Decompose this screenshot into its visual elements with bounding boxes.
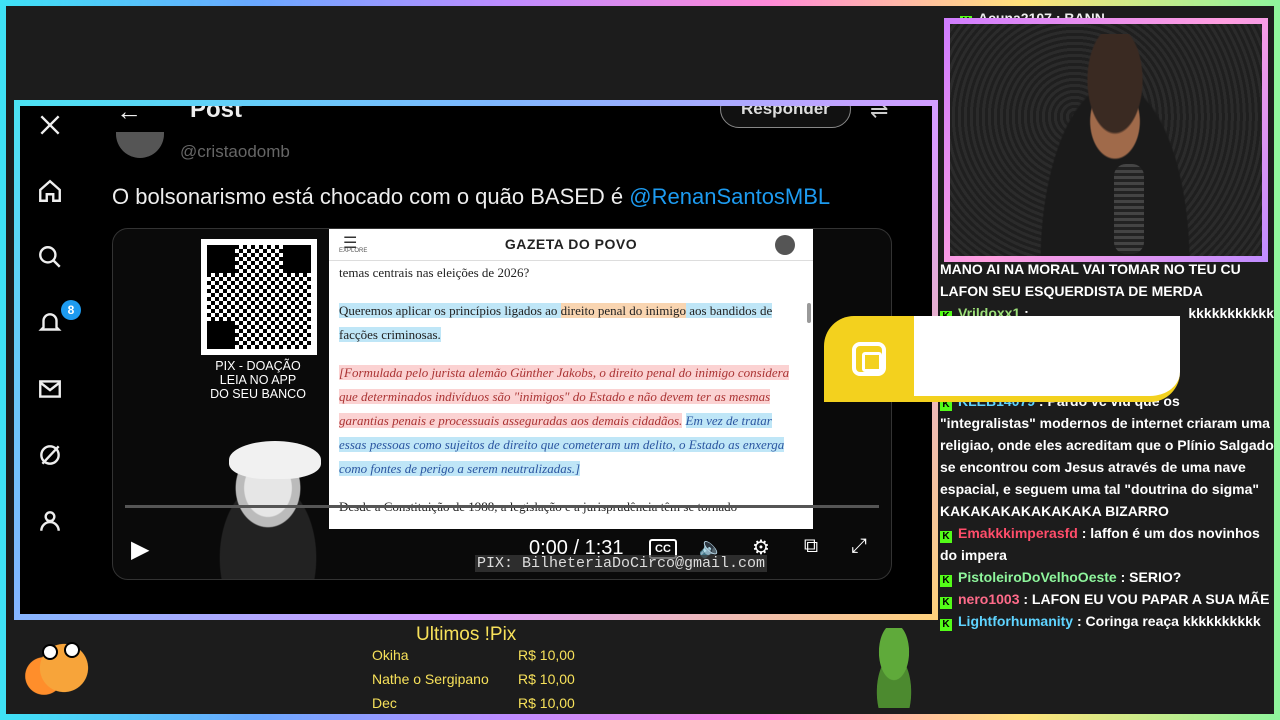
home-icon[interactable] — [37, 178, 63, 204]
chat-text: : LAFON EU VOU PAPAR A SUA MÃE — [1019, 591, 1270, 607]
mascot-eye — [64, 642, 80, 658]
webcam-frame — [944, 18, 1268, 262]
pix-list-title: Ultimos !Pix — [416, 624, 517, 645]
alert-message-area — [914, 316, 1180, 402]
article-avatar — [775, 235, 795, 255]
news-article: ☰ EXPLORE GAZETA DO POVO temas centrais … — [329, 229, 813, 529]
back-arrow-icon[interactable]: ← — [116, 106, 142, 127]
author-avatar[interactable] — [116, 132, 164, 158]
mascot-sticker — [20, 628, 100, 708]
chat-message: Knero1003 : LAFON EU VOU PAPAR A SUA MÃE — [940, 588, 1274, 610]
play-icon[interactable]: ▶ — [131, 535, 149, 564]
grok-icon[interactable] — [37, 442, 63, 468]
notifications-icon[interactable]: 8 — [37, 300, 81, 336]
joker-hat — [229, 441, 321, 479]
video-player[interactable]: PIX - DOAÇÃO LEIA NO APP DO SEU BANCO ☰ … — [112, 228, 892, 580]
post-header: ← Post Responder ⇌ — [110, 106, 930, 140]
chat-message: K Emakkkimperasfd : laffon é um dos novin… — [940, 522, 1274, 566]
kick-icon: K — [940, 531, 952, 543]
chat-username[interactable]: nero1003 — [958, 591, 1019, 607]
pix-row: Okiha R$ 10,00 — [372, 646, 598, 670]
pix-logo-icon — [852, 342, 886, 376]
pix-donor-name: Dec — [372, 695, 397, 711]
x-post-view: 8 ← Post Responder ⇌ @cristaodomb O bols… — [20, 106, 932, 614]
chat-text: : Coringa reaça kkkkkkkkkk — [1073, 613, 1261, 629]
screen-capture-frame: 8 ← Post Responder ⇌ @cristaodomb O bols… — [14, 100, 938, 620]
chat-text: kkkkkkkkkkk — [1188, 305, 1274, 321]
kick-icon: K — [940, 619, 952, 631]
chat-text: : SERIO? — [1116, 569, 1182, 585]
kick-icon: K — [940, 597, 952, 609]
pepe-sticker — [864, 628, 924, 708]
left-nav: 8 — [20, 106, 81, 614]
pix-row: Dec R$ 10,00 — [372, 694, 598, 718]
chat-username[interactable]: Lightforhumanity — [958, 613, 1073, 629]
mention-link[interactable]: @RenanSantosMBL — [629, 184, 830, 209]
x-logo-icon[interactable] — [37, 112, 63, 138]
pix-qr-code — [201, 239, 317, 355]
chat-panel: MANO AI NA MORAL VAI TOMAR NO TEU CU LAF… — [940, 258, 1274, 632]
video-progress-bar[interactable] — [125, 505, 879, 508]
gazeta-logo: GAZETA DO POVO — [504, 236, 638, 252]
chat-text: MANO AI NA MORAL VAI TOMAR NO TEU CU LAF… — [940, 261, 1241, 299]
alert-icon-area — [824, 316, 914, 402]
options-icon[interactable]: ⇌ — [870, 106, 888, 124]
chat-message: KKLEB14079 : Pardo vc viu que os "integr… — [940, 390, 1274, 522]
pix-list: Okiha R$ 10,00 Nathe o Sergipano R$ 10,00 De… — [372, 646, 598, 718]
chat-message: K PistoleiroDoVelhoOeste : SERIO? — [940, 566, 1274, 588]
reply-button[interactable]: Responder — [720, 106, 851, 128]
article-header: ☰ EXPLORE GAZETA DO POVO — [329, 229, 813, 261]
kick-icon: K — [940, 575, 952, 587]
pix-donor-name: Okiha — [372, 647, 409, 663]
pix-donor-name: Nathe o Sergipano — [372, 671, 489, 687]
page-title: Post — [190, 106, 243, 123]
pix-amount: R$ 10,00 — [518, 695, 575, 711]
search-icon[interactable] — [37, 244, 63, 270]
fullscreen-icon[interactable]: ⤢ — [845, 535, 873, 558]
microphone — [1114, 164, 1144, 254]
messages-icon[interactable] — [37, 376, 63, 402]
author-handle[interactable]: @cristaodomb — [180, 142, 290, 162]
pix-amount: R$ 10,00 — [518, 671, 575, 687]
pix-row: Nathe o Sergipano R$ 10,00 — [372, 670, 598, 694]
pix-caption: PIX - DOAÇÃO LEIA NO APP DO SEU BANCO — [210, 359, 306, 401]
chat-message: K Lightforhumanity : Coringa reaça kkkkkk… — [940, 610, 1274, 632]
pix-amount: R$ 10,00 — [518, 647, 575, 663]
chat-message: MANO AI NA MORAL VAI TOMAR NO TEU CU LAF… — [940, 258, 1274, 302]
chat-username[interactable]: PistoleiroDoVelhoOeste — [958, 569, 1117, 585]
communities-icon[interactable] — [37, 508, 63, 534]
pix-watermark: PIX: BilheteriaDoCirco@gmail.com — [475, 555, 768, 572]
article-body: temas centrais nas eleições de 2026? Que… — [339, 265, 790, 514]
chat-text: : Pardo vc viu que os "integralistas" mo… — [940, 393, 1274, 519]
chat-username[interactable]: Emakkkimperasfd — [958, 525, 1078, 541]
pix-alert — [824, 316, 1180, 402]
tweet-text: O bolsonarismo está chocado com o quão B… — [112, 184, 831, 209]
notification-badge: 8 — [61, 300, 81, 320]
picture-in-picture-icon[interactable]: ⧉ — [797, 535, 825, 558]
article-scrollbar — [807, 303, 811, 323]
mascot-eye — [42, 644, 58, 660]
